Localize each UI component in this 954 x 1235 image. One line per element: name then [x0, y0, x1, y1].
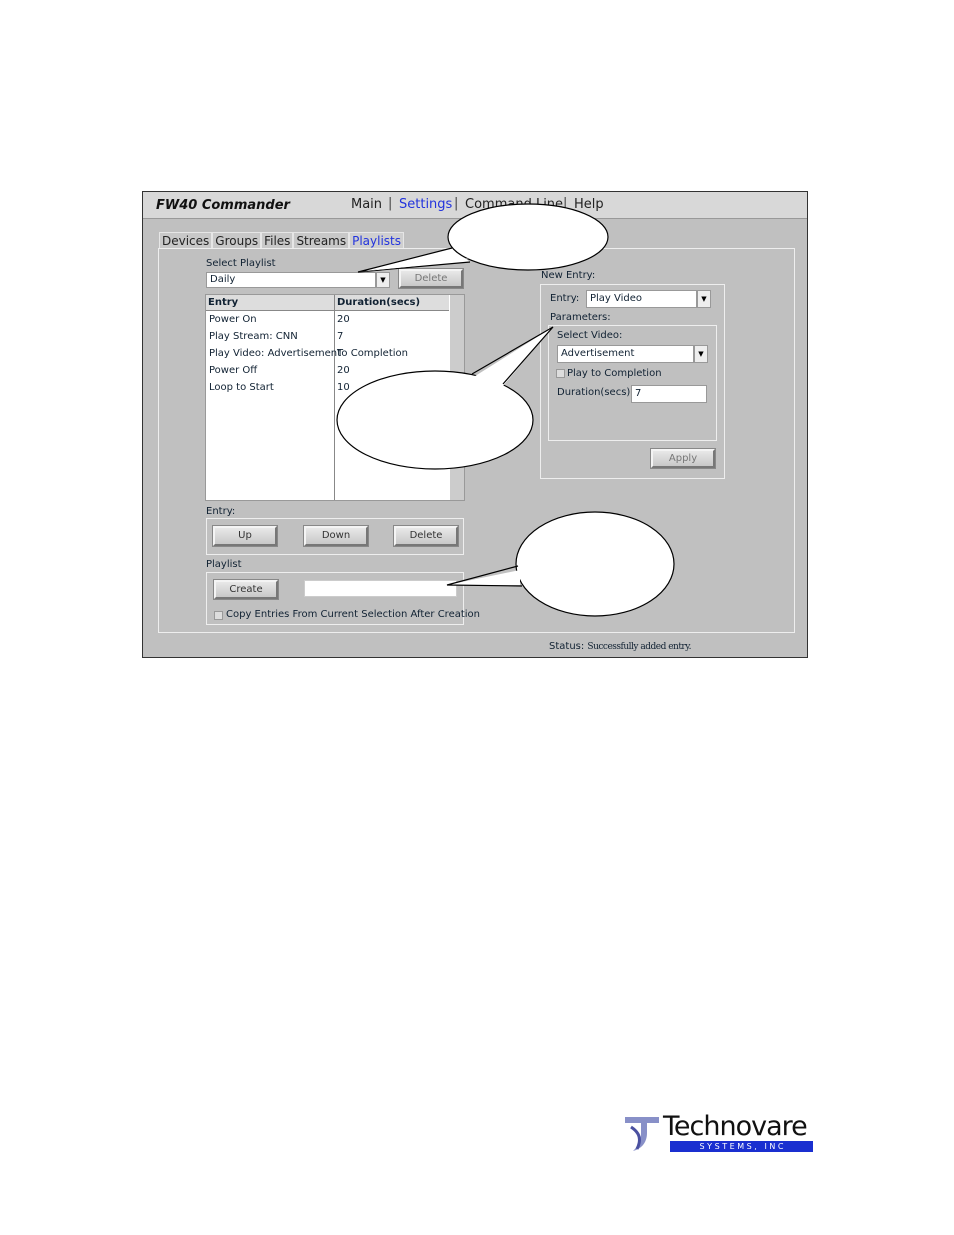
- callout-bubble: [446, 511, 675, 617]
- callout-bubble: [357, 203, 609, 273]
- callout-overlay: [336, 203, 675, 617]
- logo-mark-icon: [625, 1117, 659, 1151]
- technovare-logo: Technovare S Y S T E M S , I N C: [623, 1111, 815, 1155]
- callout-bubble: [336, 326, 554, 470]
- logo-subtitle: S Y S T E M S , I N C: [670, 1141, 813, 1152]
- logo-name: Technovare: [663, 1111, 808, 1142]
